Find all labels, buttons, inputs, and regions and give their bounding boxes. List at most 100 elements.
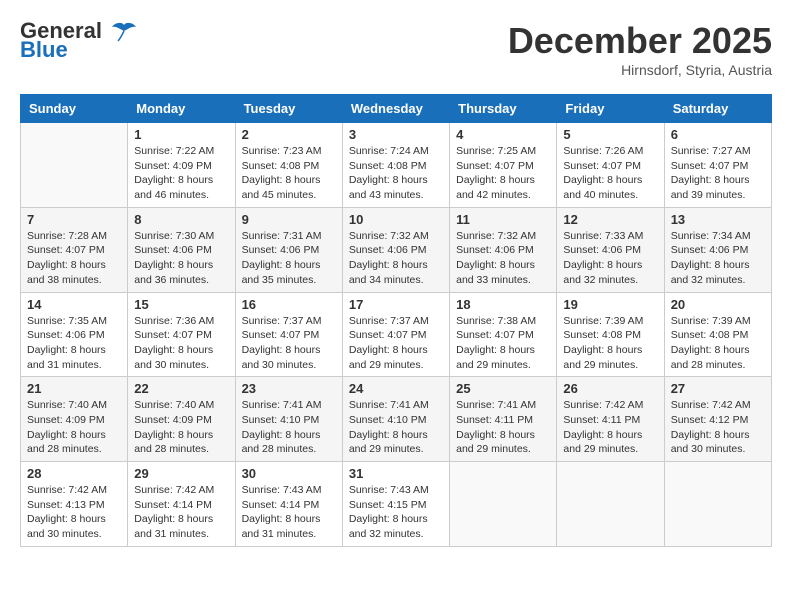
day-info: Sunrise: 7:27 AM Sunset: 4:07 PM Dayligh…: [671, 144, 765, 203]
calendar-cell: 26 Sunrise: 7:42 AM Sunset: 4:11 PM Dayli…: [557, 377, 664, 462]
day-info: Sunrise: 7:38 AM Sunset: 4:07 PM Dayligh…: [456, 314, 550, 373]
calendar-cell: 7Sunrise: 7:28 AM Sunset: 4:07 PM Daylig…: [21, 207, 128, 292]
calendar-cell: 19 Sunrise: 7:39 AM Sunset: 4:08 PM Dayli…: [557, 292, 664, 377]
day-number: 13: [671, 212, 765, 227]
day-info: Sunrise: 7:43 AM Sunset: 4:15 PM Dayligh…: [349, 483, 443, 542]
day-number: 31: [349, 466, 443, 481]
calendar-cell: 29 Sunrise: 7:42 AM Sunset: 4:14 PM Dayli…: [128, 462, 235, 547]
day-number: 3: [349, 127, 443, 142]
day-number: 4: [456, 127, 550, 142]
calendar-cell: 13 Sunrise: 7:34 AM Sunset: 4:06 PM Dayli…: [664, 207, 771, 292]
day-info: Sunrise: 7:32 AM Sunset: 4:06 PM Dayligh…: [349, 229, 443, 288]
calendar-cell: 31 Sunrise: 7:43 AM Sunset: 4:15 PM Dayli…: [342, 462, 449, 547]
day-info: Sunrise: 7:41 AM Sunset: 4:10 PM Dayligh…: [349, 398, 443, 457]
day-number: 21: [27, 381, 121, 396]
day-number: 23: [242, 381, 336, 396]
day-number: 22: [134, 381, 228, 396]
day-info: Sunrise: 7:42 AM Sunset: 4:11 PM Dayligh…: [563, 398, 657, 457]
calendar-cell: 15 Sunrise: 7:36 AM Sunset: 4:07 PM Dayli…: [128, 292, 235, 377]
calendar-week-row: 1 Sunrise: 7:22 AM Sunset: 4:09 PM Daylig…: [21, 123, 772, 208]
day-number: 16: [242, 297, 336, 312]
weekday-header-tuesday: Tuesday: [235, 95, 342, 123]
day-number: 1: [134, 127, 228, 142]
title-block: December 2025 Hirnsdorf, Styria, Austria: [508, 20, 772, 78]
calendar-cell: 24 Sunrise: 7:41 AM Sunset: 4:10 PM Dayli…: [342, 377, 449, 462]
calendar-cell: 16 Sunrise: 7:37 AM Sunset: 4:07 PM Dayli…: [235, 292, 342, 377]
day-info: Sunrise: 7:23 AM Sunset: 4:08 PM Dayligh…: [242, 144, 336, 203]
day-info: Sunrise: 7:35 AM Sunset: 4:06 PM Dayligh…: [27, 314, 121, 373]
day-number: 14: [27, 297, 121, 312]
calendar-cell: 12Sunrise: 7:33 AM Sunset: 4:06 PM Dayli…: [557, 207, 664, 292]
calendar-cell: 1 Sunrise: 7:22 AM Sunset: 4:09 PM Daylig…: [128, 123, 235, 208]
calendar-cell: 4 Sunrise: 7:25 AM Sunset: 4:07 PM Daylig…: [450, 123, 557, 208]
day-info: Sunrise: 7:41 AM Sunset: 4:10 PM Dayligh…: [242, 398, 336, 457]
day-number: 6: [671, 127, 765, 142]
calendar-week-row: 21Sunrise: 7:40 AM Sunset: 4:09 PM Dayli…: [21, 377, 772, 462]
calendar-cell: 17 Sunrise: 7:37 AM Sunset: 4:07 PM Dayli…: [342, 292, 449, 377]
day-info: Sunrise: 7:41 AM Sunset: 4:11 PM Dayligh…: [456, 398, 550, 457]
calendar-cell: 14 Sunrise: 7:35 AM Sunset: 4:06 PM Dayli…: [21, 292, 128, 377]
day-number: 2: [242, 127, 336, 142]
calendar-week-row: 14 Sunrise: 7:35 AM Sunset: 4:06 PM Dayli…: [21, 292, 772, 377]
day-info: Sunrise: 7:43 AM Sunset: 4:14 PM Dayligh…: [242, 483, 336, 542]
calendar-cell: 23 Sunrise: 7:41 AM Sunset: 4:10 PM Dayli…: [235, 377, 342, 462]
day-info: Sunrise: 7:33 AM Sunset: 4:06 PM Dayligh…: [563, 229, 657, 288]
calendar-cell: 5Sunrise: 7:26 AM Sunset: 4:07 PM Daylig…: [557, 123, 664, 208]
day-number: 26: [563, 381, 657, 396]
day-info: Sunrise: 7:36 AM Sunset: 4:07 PM Dayligh…: [134, 314, 228, 373]
calendar-cell: [557, 462, 664, 547]
day-info: Sunrise: 7:42 AM Sunset: 4:14 PM Dayligh…: [134, 483, 228, 542]
day-info: Sunrise: 7:39 AM Sunset: 4:08 PM Dayligh…: [671, 314, 765, 373]
calendar: SundayMondayTuesdayWednesdayThursdayFrid…: [20, 94, 772, 547]
logo-bird-icon: [110, 21, 138, 43]
day-number: 15: [134, 297, 228, 312]
calendar-cell: 6 Sunrise: 7:27 AM Sunset: 4:07 PM Daylig…: [664, 123, 771, 208]
calendar-cell: 21Sunrise: 7:40 AM Sunset: 4:09 PM Dayli…: [21, 377, 128, 462]
day-info: Sunrise: 7:42 AM Sunset: 4:12 PM Dayligh…: [671, 398, 765, 457]
day-number: 25: [456, 381, 550, 396]
calendar-cell: 25 Sunrise: 7:41 AM Sunset: 4:11 PM Dayli…: [450, 377, 557, 462]
day-info: Sunrise: 7:32 AM Sunset: 4:06 PM Dayligh…: [456, 229, 550, 288]
calendar-cell: 8Sunrise: 7:30 AM Sunset: 4:06 PM Daylig…: [128, 207, 235, 292]
day-number: 17: [349, 297, 443, 312]
day-info: Sunrise: 7:34 AM Sunset: 4:06 PM Dayligh…: [671, 229, 765, 288]
weekday-header-wednesday: Wednesday: [342, 95, 449, 123]
calendar-cell: 18 Sunrise: 7:38 AM Sunset: 4:07 PM Dayli…: [450, 292, 557, 377]
weekday-header-monday: Monday: [128, 95, 235, 123]
page-header: General Blue December 2025 Hirnsdorf, St…: [20, 20, 772, 78]
day-number: 28: [27, 466, 121, 481]
calendar-cell: 10 Sunrise: 7:32 AM Sunset: 4:06 PM Dayli…: [342, 207, 449, 292]
day-info: Sunrise: 7:37 AM Sunset: 4:07 PM Dayligh…: [242, 314, 336, 373]
day-number: 10: [349, 212, 443, 227]
day-info: Sunrise: 7:37 AM Sunset: 4:07 PM Dayligh…: [349, 314, 443, 373]
calendar-cell: 2 Sunrise: 7:23 AM Sunset: 4:08 PM Daylig…: [235, 123, 342, 208]
calendar-cell: 3 Sunrise: 7:24 AM Sunset: 4:08 PM Daylig…: [342, 123, 449, 208]
day-number: 7: [27, 212, 121, 227]
calendar-week-row: 28 Sunrise: 7:42 AM Sunset: 4:13 PM Dayli…: [21, 462, 772, 547]
month-title: December 2025: [508, 20, 772, 62]
calendar-cell: 30 Sunrise: 7:43 AM Sunset: 4:14 PM Dayli…: [235, 462, 342, 547]
calendar-cell: [450, 462, 557, 547]
day-number: 30: [242, 466, 336, 481]
calendar-cell: 20 Sunrise: 7:39 AM Sunset: 4:08 PM Dayli…: [664, 292, 771, 377]
day-info: Sunrise: 7:22 AM Sunset: 4:09 PM Dayligh…: [134, 144, 228, 203]
day-info: Sunrise: 7:24 AM Sunset: 4:08 PM Dayligh…: [349, 144, 443, 203]
day-number: 11: [456, 212, 550, 227]
day-number: 5: [563, 127, 657, 142]
day-number: 18: [456, 297, 550, 312]
day-number: 29: [134, 466, 228, 481]
calendar-cell: 11 Sunrise: 7:32 AM Sunset: 4:06 PM Dayli…: [450, 207, 557, 292]
logo-blue: Blue: [20, 39, 68, 61]
day-number: 24: [349, 381, 443, 396]
location: Hirnsdorf, Styria, Austria: [508, 62, 772, 78]
day-info: Sunrise: 7:39 AM Sunset: 4:08 PM Dayligh…: [563, 314, 657, 373]
weekday-header-friday: Friday: [557, 95, 664, 123]
logo: General Blue: [20, 20, 138, 61]
calendar-cell: 9Sunrise: 7:31 AM Sunset: 4:06 PM Daylig…: [235, 207, 342, 292]
day-info: Sunrise: 7:25 AM Sunset: 4:07 PM Dayligh…: [456, 144, 550, 203]
day-number: 19: [563, 297, 657, 312]
day-number: 27: [671, 381, 765, 396]
day-info: Sunrise: 7:30 AM Sunset: 4:06 PM Dayligh…: [134, 229, 228, 288]
day-info: Sunrise: 7:42 AM Sunset: 4:13 PM Dayligh…: [27, 483, 121, 542]
day-number: 20: [671, 297, 765, 312]
